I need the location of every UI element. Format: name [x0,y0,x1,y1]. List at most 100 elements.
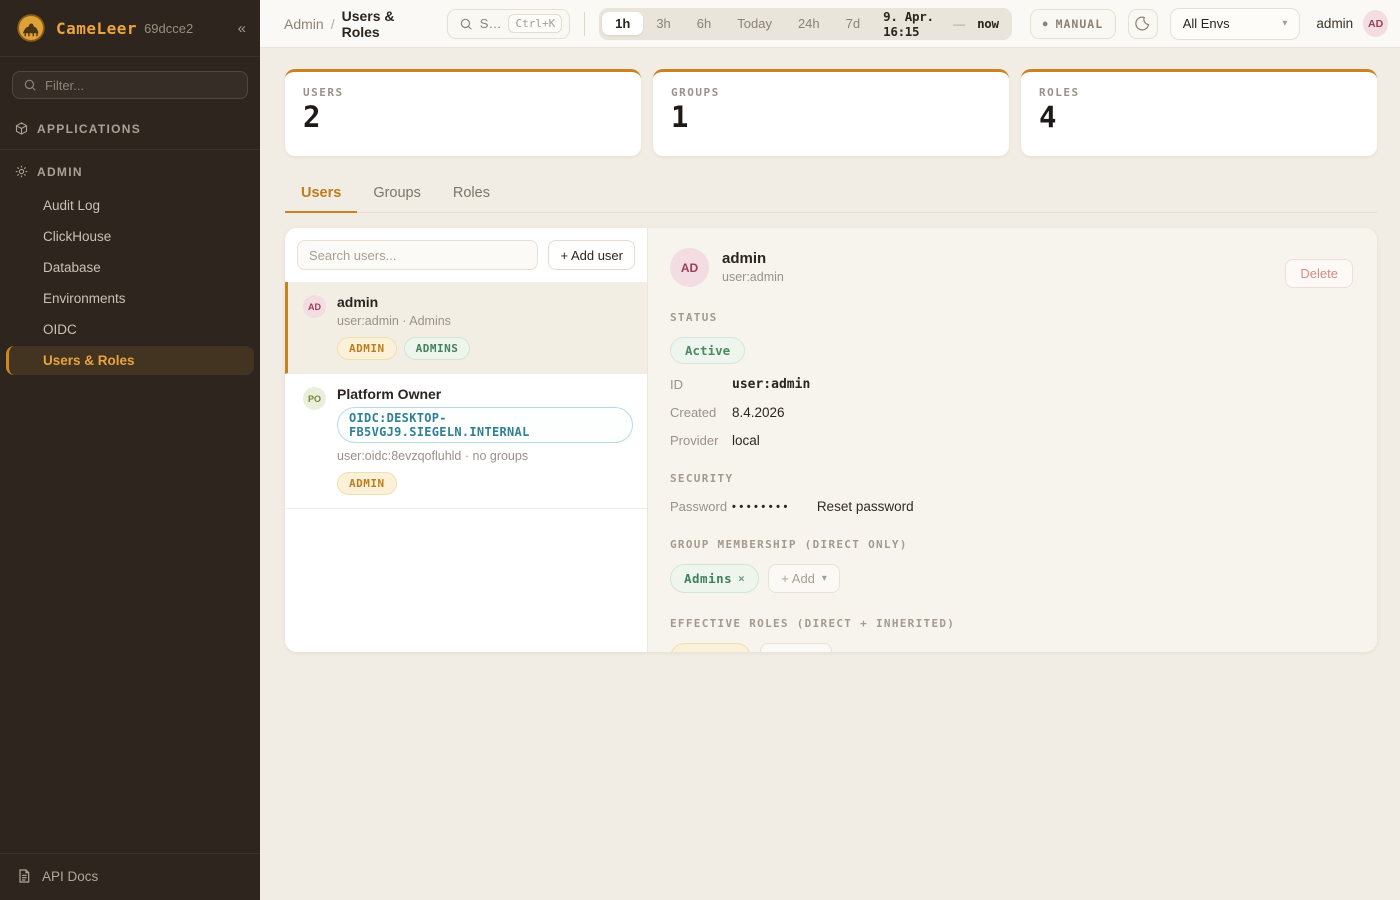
group-badge: ADMINS [404,337,471,360]
group-chip-label: Admins [684,571,732,586]
app-title: CameLeer [56,19,137,38]
tab-groups[interactable]: Groups [357,177,437,213]
time-range-1h[interactable]: 1h [602,12,643,35]
reset-password-button[interactable]: Reset password [817,499,914,514]
time-range-3h[interactable]: 3h [643,12,683,35]
info-value: user:admin [732,377,810,392]
refresh-mode-button[interactable]: ● MANUAL [1030,9,1116,39]
tab-bar: Users Groups Roles [285,177,1377,213]
stat-value: 4 [1039,103,1359,132]
info-row-created: Created 8.4.2026 [670,405,1355,420]
dark-mode-toggle[interactable] [1128,9,1158,39]
sidebar-item-database[interactable]: Database [6,253,254,282]
moon-icon [1134,15,1151,32]
user-detail: AD admin user:admin Delete STATUS Active… [648,228,1377,652]
time-range-to[interactable]: now [967,16,1009,31]
user-name: Platform Owner [337,386,633,402]
groups-section-title: GROUP MEMBERSHIP (DIRECT ONLY) [670,538,1355,551]
sidebar-filter-input[interactable] [45,78,237,93]
api-docs-link[interactable]: API Docs [0,853,260,900]
info-label: ID [670,377,732,392]
time-range-today[interactable]: Today [724,12,785,35]
environment-select[interactable]: All Envs ▾ [1170,8,1301,40]
build-id: 69dcce2 [144,21,193,36]
sidebar-item-clickhouse[interactable]: ClickHouse [6,222,254,251]
tab-users[interactable]: Users [285,177,357,213]
sidebar-item-environments[interactable]: Environments [6,284,254,313]
stat-value: 2 [303,103,623,132]
main-content: USERS 2 GROUPS 1 ROLES 4 Users Groups Ro… [260,48,1400,900]
delete-user-button[interactable]: Delete [1285,259,1353,288]
time-range-7d[interactable]: 7d [833,12,873,35]
sidebar-item-audit-log[interactable]: Audit Log [6,191,254,220]
add-role-label: + Add [773,650,807,652]
user-list-item-admin[interactable]: AD admin user:admin · Admins ADMIN ADMIN… [285,282,647,374]
sidebar-nav: Audit Log ClickHouse Database Environmen… [0,188,260,378]
api-docs-label: API Docs [42,869,98,884]
user-search-input[interactable] [297,240,538,270]
time-range-dash: — [951,17,967,31]
status-section-title: STATUS [670,311,1355,324]
search-shortcut: Ctrl+K [508,14,562,33]
stats-cards: USERS 2 GROUPS 1 ROLES 4 [285,69,1377,156]
password-mask: •••••••• [732,501,791,513]
breadcrumb-parent[interactable]: Admin [284,16,324,32]
stat-value: 1 [671,103,991,132]
breadcrumb-current: Users & Roles [342,8,429,40]
search-icon [23,78,37,92]
search-label: S… [480,16,502,31]
remove-icon[interactable]: × [730,651,737,652]
breadcrumb-separator: / [331,16,335,32]
stat-card-roles: ROLES 4 [1021,69,1377,156]
time-range-from[interactable]: 9. Apr. 16:15 [873,9,951,39]
sidebar-item-users-roles[interactable]: Users & Roles [6,346,254,375]
user-subtitle: user:admin · Admins [337,314,470,328]
sidebar-item-oidc[interactable]: OIDC [6,315,254,344]
sidebar-section-applications[interactable]: APPLICATIONS [0,111,260,145]
global-search-button[interactable]: S… Ctrl+K [447,9,570,39]
add-group-label: + Add [781,571,815,586]
password-label: Password [670,499,732,514]
role-badge: ADMIN [337,472,397,495]
environment-select-value: All Envs [1183,16,1230,31]
time-range-6h[interactable]: 6h [684,12,724,35]
add-user-button[interactable]: + Add user [548,240,635,270]
info-label: Provider [670,433,732,448]
stat-card-users: USERS 2 [285,69,641,156]
stat-label: ROLES [1039,86,1359,99]
user-list-item-platform-owner[interactable]: PO Platform Owner OIDC:DESKTOP-FB5VGJ9.S… [285,374,647,509]
stat-label: USERS [303,86,623,99]
sidebar-filter[interactable] [12,71,248,99]
time-range-control: 1h 3h 6h Today 24h 7d 9. Apr. 16:15 — no… [599,8,1012,40]
section-label: APPLICATIONS [37,122,141,136]
avatar: AD [670,248,709,287]
add-group-button[interactable]: + Add ▾ [768,564,840,593]
user-avatar[interactable]: AD [1363,10,1388,37]
current-user-name: admin [1316,16,1353,31]
chevron-down-icon: ▾ [822,573,827,584]
stat-label: GROUPS [671,86,991,99]
tab-roles[interactable]: Roles [437,177,506,213]
status-dot-icon: ● [1043,19,1049,28]
sidebar-collapse-icon[interactable]: « [238,20,246,37]
user-subtitle: user:oidc:8evzqofluhld · no groups [337,449,633,463]
stat-card-groups: GROUPS 1 [653,69,1009,156]
sidebar-section-admin[interactable]: ADMIN [0,154,260,188]
info-row-provider: Provider local [670,433,1355,448]
roles-section-title: EFFECTIVE ROLES (DIRECT + INHERITED) [670,617,1355,630]
user-list: + Add user AD admin user:admin · Admins … [285,228,648,652]
cube-icon [14,121,29,136]
topbar: Admin / Users & Roles S… Ctrl+K 1h 3h 6h… [260,0,1400,48]
add-role-button[interactable]: + Add ▾ [760,643,832,652]
avatar: PO [303,387,326,410]
remove-icon[interactable]: × [738,572,745,585]
refresh-mode-label: MANUAL [1056,17,1104,31]
user-name: admin [337,294,470,310]
role-badge: ADMIN [337,337,397,360]
group-chip-admins[interactable]: Admins × [670,564,759,593]
role-chip-admin[interactable]: ADMIN × [670,643,751,652]
divider [0,149,260,150]
detail-user-name: admin [722,250,784,267]
time-range-24h[interactable]: 24h [785,12,833,35]
info-label: Created [670,405,732,420]
